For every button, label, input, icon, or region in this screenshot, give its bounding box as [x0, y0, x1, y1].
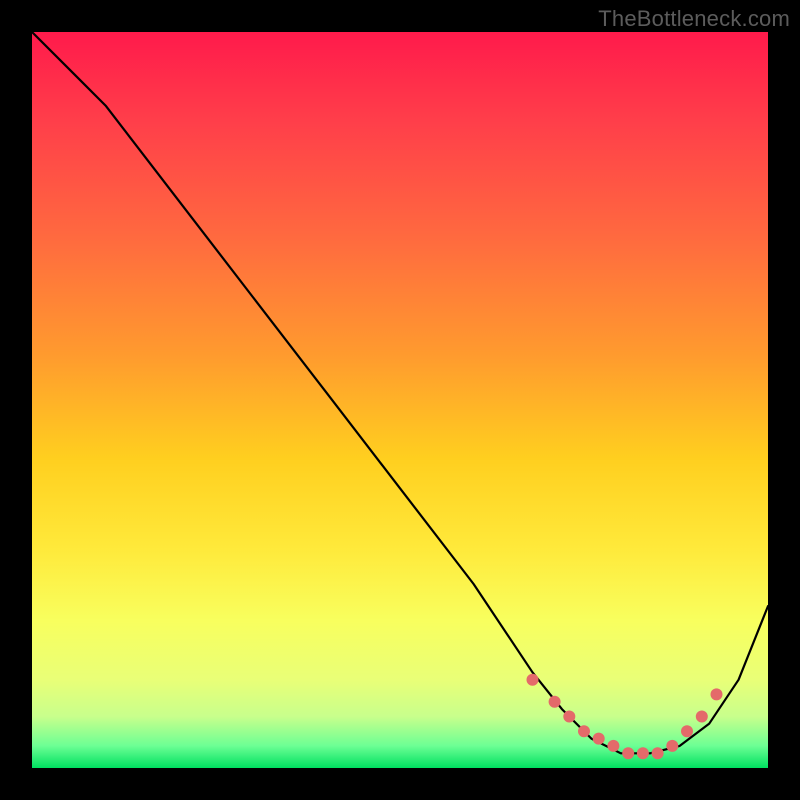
marker-dot [666, 740, 678, 752]
marker-dot [681, 725, 693, 737]
marker-dot [527, 674, 539, 686]
marker-dot [637, 747, 649, 759]
chart-frame: TheBottleneck.com [0, 0, 800, 800]
marker-dot [711, 688, 723, 700]
marker-dot [593, 733, 605, 745]
chart-plot-area [32, 32, 768, 768]
marker-dot [563, 711, 575, 723]
marker-dot [607, 740, 619, 752]
marker-dot [622, 747, 634, 759]
marker-dot [696, 711, 708, 723]
watermark-text: TheBottleneck.com [598, 6, 790, 32]
marker-dot [652, 747, 664, 759]
marker-dot [549, 696, 561, 708]
marker-dots [527, 674, 723, 760]
marker-dot [578, 725, 590, 737]
chart-svg [32, 32, 768, 768]
series-curve [32, 32, 768, 753]
